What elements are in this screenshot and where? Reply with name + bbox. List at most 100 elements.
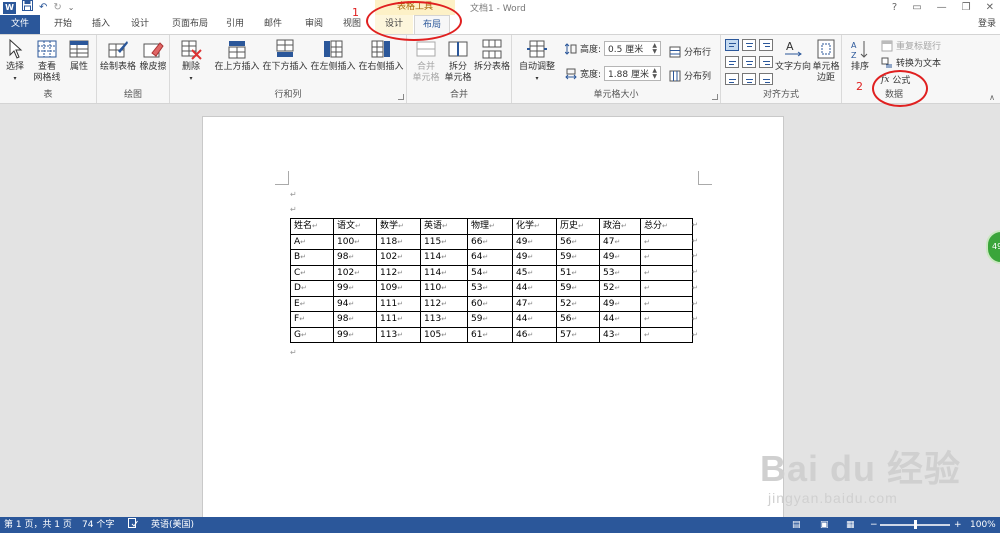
split-cells-button[interactable]: 拆分 单元格 bbox=[443, 38, 473, 84]
align-middle-center-button[interactable] bbox=[742, 56, 756, 68]
score-cell[interactable]: 47↵ bbox=[512, 295, 557, 312]
score-cell[interactable]: 47↵ bbox=[599, 233, 641, 250]
score-cell[interactable]: 43↵ bbox=[599, 326, 641, 343]
score-cell[interactable]: 49↵ bbox=[512, 233, 557, 250]
score-cell[interactable]: 112↵ bbox=[376, 264, 421, 281]
delete-button[interactable]: 删除 ▾ bbox=[175, 38, 207, 84]
score-cell[interactable]: 49↵ bbox=[599, 249, 641, 266]
align-bottom-center-button[interactable] bbox=[742, 73, 756, 85]
word-count[interactable]: 74 个字 bbox=[82, 517, 114, 533]
score-cell[interactable]: 52↵ bbox=[556, 295, 600, 312]
tab-file[interactable]: 文件 bbox=[0, 15, 40, 34]
header-cell[interactable]: 政治↵ bbox=[599, 218, 641, 235]
text-direction-button[interactable]: A 文字方向 bbox=[775, 38, 811, 73]
draw-table-button[interactable]: 绘制表格 bbox=[100, 38, 136, 73]
score-cell[interactable]: 105↵ bbox=[420, 326, 468, 343]
score-table[interactable]: 姓名↵ 语文↵ 数学↵ 英语↵ 物理↵ 化学↵ 历史↵ 政治↵ 总分↵ A↵ 10… bbox=[290, 218, 693, 343]
score-cell[interactable]: 51↵ bbox=[556, 264, 600, 281]
score-cell[interactable]: 99↵ bbox=[333, 280, 377, 297]
score-cell[interactable]: 111↵ bbox=[376, 311, 421, 328]
autofit-button[interactable]: 自动调整 ▾ bbox=[516, 38, 558, 84]
merge-cells-button[interactable]: 合并 单元格 bbox=[410, 38, 442, 84]
save-icon[interactable] bbox=[22, 0, 33, 15]
score-cell[interactable]: 114↵ bbox=[420, 264, 468, 281]
score-cell[interactable]: 45↵ bbox=[512, 264, 557, 281]
tab-mailings[interactable]: 邮件 bbox=[256, 15, 290, 34]
document-page[interactable]: ↵ ↵ 姓名↵ 语文↵ 数学↵ 英语↵ 物理↵ 化学↵ 历史↵ 政治↵ 总分↵ … bbox=[202, 116, 784, 533]
score-cell[interactable]: 118↵ bbox=[376, 233, 421, 250]
score-cell[interactable]: 100↵ bbox=[333, 233, 377, 250]
distribute-columns-button[interactable]: 分布列 bbox=[669, 69, 711, 82]
tab-insert[interactable]: 插入 bbox=[84, 15, 118, 34]
close-icon[interactable]: ✕ bbox=[986, 2, 994, 13]
page-count[interactable]: 第 1 页，共 1 页 bbox=[4, 517, 72, 533]
score-cell[interactable]: 44↵ bbox=[599, 311, 641, 328]
score-cell[interactable]: 94↵ bbox=[333, 295, 377, 312]
distribute-rows-button[interactable]: 分布行 bbox=[669, 45, 711, 58]
spin-arrows-icon[interactable]: ▲ ▼ bbox=[652, 67, 657, 80]
zoom-in-button[interactable]: + bbox=[954, 517, 962, 533]
score-cell[interactable]: 59↵ bbox=[556, 280, 600, 297]
score-cell[interactable]: 46↵ bbox=[512, 326, 557, 343]
header-cell[interactable]: 历史↵ bbox=[556, 218, 600, 235]
score-cell[interactable]: 56↵ bbox=[556, 311, 600, 328]
score-cell[interactable]: 102↵ bbox=[376, 249, 421, 266]
name-cell[interactable]: G↵ bbox=[290, 326, 334, 343]
header-cell[interactable]: 姓名↵ bbox=[290, 218, 334, 235]
width-input[interactable]: 1.88 厘米 ▲ ▼ bbox=[604, 66, 662, 81]
score-cell[interactable]: 49↵ bbox=[599, 295, 641, 312]
score-cell[interactable]: 98↵ bbox=[333, 249, 377, 266]
header-cell[interactable]: 语文↵ bbox=[333, 218, 377, 235]
score-cell[interactable]: 113↵ bbox=[376, 326, 421, 343]
align-middle-left-button[interactable] bbox=[725, 56, 739, 68]
insert-below-button[interactable]: 在下方插入 bbox=[262, 38, 308, 73]
score-cell[interactable]: 54↵ bbox=[467, 264, 513, 281]
header-cell[interactable]: 总分↵ bbox=[640, 218, 693, 235]
align-middle-right-button[interactable] bbox=[759, 56, 773, 68]
header-cell[interactable]: 物理↵ bbox=[467, 218, 513, 235]
total-cell[interactable]: ↵ bbox=[640, 264, 693, 281]
score-cell[interactable]: 52↵ bbox=[599, 280, 641, 297]
total-cell[interactable]: ↵ bbox=[640, 311, 693, 328]
score-cell[interactable]: 98↵ bbox=[333, 311, 377, 328]
minimize-icon[interactable]: — bbox=[937, 2, 947, 13]
zoom-slider-thumb[interactable] bbox=[913, 520, 917, 529]
name-cell[interactable]: F↵ bbox=[290, 311, 334, 328]
score-cell[interactable]: 56↵ bbox=[556, 233, 600, 250]
convert-to-text-button[interactable]: 转换为文本 bbox=[881, 56, 941, 69]
collapse-ribbon-icon[interactable]: ∧ bbox=[989, 93, 995, 102]
web-layout-icon[interactable]: ▦ bbox=[846, 517, 855, 533]
name-cell[interactable]: E↵ bbox=[290, 295, 334, 312]
align-bottom-left-button[interactable] bbox=[725, 73, 739, 85]
total-cell[interactable]: ↵ bbox=[640, 326, 693, 343]
language-indicator[interactable]: 英语(美国) bbox=[151, 517, 194, 533]
eraser-button[interactable]: 橡皮擦 bbox=[138, 38, 168, 73]
score-cell[interactable]: 66↵ bbox=[467, 233, 513, 250]
tab-page-layout[interactable]: 页面布局 bbox=[164, 15, 216, 34]
score-cell[interactable]: 114↵ bbox=[420, 249, 468, 266]
score-cell[interactable]: 110↵ bbox=[420, 280, 468, 297]
zoom-out-button[interactable]: − bbox=[870, 517, 878, 533]
total-cell[interactable]: ↵ bbox=[640, 280, 693, 297]
insert-right-button[interactable]: 在右侧插入 bbox=[358, 38, 404, 73]
score-cell[interactable]: 99↵ bbox=[333, 326, 377, 343]
total-cell[interactable]: ↵ bbox=[640, 233, 693, 250]
name-cell[interactable]: C↵ bbox=[290, 264, 334, 281]
tab-home[interactable]: 开始 bbox=[46, 15, 80, 34]
score-cell[interactable]: 49↵ bbox=[512, 249, 557, 266]
header-cell[interactable]: 数学↵ bbox=[376, 218, 421, 235]
height-input[interactable]: 0.5 厘米 ▲ ▼ bbox=[604, 41, 662, 56]
score-cell[interactable]: 61↵ bbox=[467, 326, 513, 343]
customize-qat-icon[interactable]: ⌄ bbox=[68, 2, 75, 14]
ribbon-display-options-icon[interactable]: ▭ bbox=[912, 2, 921, 13]
score-cell[interactable]: 59↵ bbox=[467, 311, 513, 328]
view-gridlines-button[interactable]: 查看 网格线 bbox=[30, 38, 64, 84]
score-cell[interactable]: 112↵ bbox=[420, 295, 468, 312]
zoom-slider[interactable] bbox=[880, 520, 950, 529]
header-cell[interactable]: 英语↵ bbox=[420, 218, 468, 235]
dialog-launcher-icon[interactable] bbox=[712, 94, 718, 100]
read-mode-icon[interactable]: ▤ bbox=[792, 517, 801, 533]
properties-button[interactable]: 属性 bbox=[66, 38, 92, 73]
score-cell[interactable]: 115↵ bbox=[420, 233, 468, 250]
score-cell[interactable]: 53↵ bbox=[467, 280, 513, 297]
